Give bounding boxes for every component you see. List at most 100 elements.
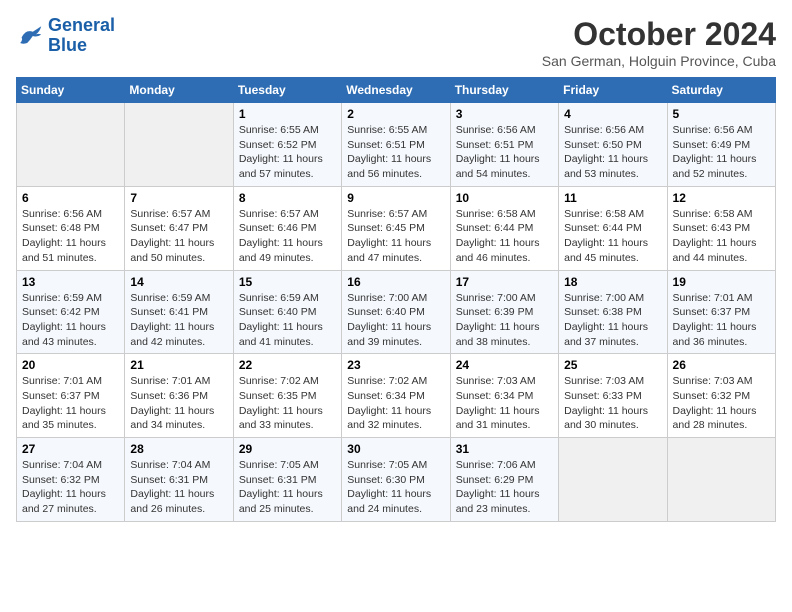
calendar-cell: 4 Sunrise: 6:56 AMSunset: 6:50 PMDaylight…: [559, 103, 667, 187]
day-number: 1: [239, 107, 336, 121]
day-number: 8: [239, 191, 336, 205]
day-info: Sunrise: 6:59 AMSunset: 6:40 PMDaylight:…: [239, 292, 323, 348]
calendar-week-3: 13 Sunrise: 6:59 AMSunset: 6:42 PMDayligh…: [17, 270, 776, 354]
calendar-cell: 12 Sunrise: 6:58 AMSunset: 6:43 PMDayligh…: [667, 186, 775, 270]
day-number: 6: [22, 191, 119, 205]
day-number: 17: [456, 275, 553, 289]
calendar-cell: 23 Sunrise: 7:02 AMSunset: 6:34 PMDayligh…: [342, 354, 450, 438]
day-number: 2: [347, 107, 444, 121]
logo: General Blue: [16, 16, 115, 56]
calendar-cell: 1Sunrise: 6:55 AMSunset: 6:52 PMDaylight…: [233, 103, 341, 187]
day-number: 28: [130, 442, 227, 456]
header-sunday: Sunday: [17, 78, 125, 103]
day-number: 23: [347, 358, 444, 372]
calendar-cell: 5 Sunrise: 6:56 AMSunset: 6:49 PMDaylight…: [667, 103, 775, 187]
calendar-cell: [17, 103, 125, 187]
day-number: 25: [564, 358, 661, 372]
day-number: 29: [239, 442, 336, 456]
month-title: October 2024: [542, 16, 776, 53]
calendar-cell: 25 Sunrise: 7:03 AMSunset: 6:33 PMDayligh…: [559, 354, 667, 438]
location-subtitle: San German, Holguin Province, Cuba: [542, 53, 776, 69]
day-info: Sunrise: 6:58 AMSunset: 6:43 PMDaylight:…: [673, 208, 757, 264]
day-info: Sunrise: 7:01 AMSunset: 6:37 PMDaylight:…: [673, 292, 757, 348]
day-number: 3: [456, 107, 553, 121]
day-info: Sunrise: 7:05 AMSunset: 6:30 PMDaylight:…: [347, 459, 431, 515]
header-friday: Friday: [559, 78, 667, 103]
day-info: Sunrise: 6:56 AMSunset: 6:50 PMDaylight:…: [564, 124, 648, 180]
calendar-cell: 9 Sunrise: 6:57 AMSunset: 6:45 PMDaylight…: [342, 186, 450, 270]
day-number: 24: [456, 358, 553, 372]
day-info: Sunrise: 6:59 AMSunset: 6:42 PMDaylight:…: [22, 292, 106, 348]
day-number: 4: [564, 107, 661, 121]
day-number: 27: [22, 442, 119, 456]
calendar-cell: 27Sunrise: 7:04 AMSunset: 6:32 PMDayligh…: [17, 438, 125, 522]
header-tuesday: Tuesday: [233, 78, 341, 103]
header-saturday: Saturday: [667, 78, 775, 103]
calendar-cell: [667, 438, 775, 522]
calendar-cell: [559, 438, 667, 522]
day-info: Sunrise: 7:06 AMSunset: 6:29 PMDaylight:…: [456, 459, 540, 515]
calendar-cell: 10 Sunrise: 6:58 AMSunset: 6:44 PMDayligh…: [450, 186, 558, 270]
calendar-cell: 26 Sunrise: 7:03 AMSunset: 6:32 PMDayligh…: [667, 354, 775, 438]
day-info: Sunrise: 7:03 AMSunset: 6:32 PMDaylight:…: [673, 375, 757, 431]
header-wednesday: Wednesday: [342, 78, 450, 103]
day-info: Sunrise: 7:01 AMSunset: 6:37 PMDaylight:…: [22, 375, 106, 431]
day-info: Sunrise: 7:03 AMSunset: 6:33 PMDaylight:…: [564, 375, 648, 431]
day-info: Sunrise: 7:00 AMSunset: 6:38 PMDaylight:…: [564, 292, 648, 348]
calendar-cell: 7Sunrise: 6:57 AMSunset: 6:47 PMDaylight…: [125, 186, 233, 270]
calendar-cell: 18Sunrise: 7:00 AMSunset: 6:38 PMDayligh…: [559, 270, 667, 354]
day-info: Sunrise: 6:57 AMSunset: 6:47 PMDaylight:…: [130, 208, 214, 264]
calendar-cell: 6 Sunrise: 6:56 AMSunset: 6:48 PMDaylight…: [17, 186, 125, 270]
calendar-cell: 30Sunrise: 7:05 AMSunset: 6:30 PMDayligh…: [342, 438, 450, 522]
logo-icon: [16, 22, 44, 50]
calendar-header-row: SundayMondayTuesdayWednesdayThursdayFrid…: [17, 78, 776, 103]
calendar-cell: 16 Sunrise: 7:00 AMSunset: 6:40 PMDayligh…: [342, 270, 450, 354]
calendar-cell: 8 Sunrise: 6:57 AMSunset: 6:46 PMDaylight…: [233, 186, 341, 270]
day-info: Sunrise: 6:58 AMSunset: 6:44 PMDaylight:…: [564, 208, 648, 264]
day-info: Sunrise: 7:00 AMSunset: 6:39 PMDaylight:…: [456, 292, 540, 348]
header-monday: Monday: [125, 78, 233, 103]
day-info: Sunrise: 6:55 AMSunset: 6:51 PMDaylight:…: [347, 124, 431, 180]
day-number: 22: [239, 358, 336, 372]
day-number: 20: [22, 358, 119, 372]
day-number: 15: [239, 275, 336, 289]
day-info: Sunrise: 6:57 AMSunset: 6:45 PMDaylight:…: [347, 208, 431, 264]
calendar-cell: 14Sunrise: 6:59 AMSunset: 6:41 PMDayligh…: [125, 270, 233, 354]
logo-text: General Blue: [48, 16, 115, 56]
day-number: 10: [456, 191, 553, 205]
day-number: 5: [673, 107, 770, 121]
day-info: Sunrise: 6:56 AMSunset: 6:48 PMDaylight:…: [22, 208, 106, 264]
day-info: Sunrise: 7:00 AMSunset: 6:40 PMDaylight:…: [347, 292, 431, 348]
calendar-cell: 2 Sunrise: 6:55 AMSunset: 6:51 PMDaylight…: [342, 103, 450, 187]
calendar-cell: 31 Sunrise: 7:06 AMSunset: 6:29 PMDayligh…: [450, 438, 558, 522]
calendar-week-1: 1Sunrise: 6:55 AMSunset: 6:52 PMDaylight…: [17, 103, 776, 187]
day-info: Sunrise: 6:58 AMSunset: 6:44 PMDaylight:…: [456, 208, 540, 264]
day-number: 16: [347, 275, 444, 289]
day-info: Sunrise: 7:04 AMSunset: 6:31 PMDaylight:…: [130, 459, 214, 515]
day-number: 19: [673, 275, 770, 289]
day-number: 12: [673, 191, 770, 205]
day-number: 26: [673, 358, 770, 372]
day-info: Sunrise: 6:56 AMSunset: 6:49 PMDaylight:…: [673, 124, 757, 180]
calendar-week-2: 6 Sunrise: 6:56 AMSunset: 6:48 PMDaylight…: [17, 186, 776, 270]
day-info: Sunrise: 7:02 AMSunset: 6:34 PMDaylight:…: [347, 375, 431, 431]
day-number: 9: [347, 191, 444, 205]
day-info: Sunrise: 7:05 AMSunset: 6:31 PMDaylight:…: [239, 459, 323, 515]
day-number: 31: [456, 442, 553, 456]
calendar-cell: 20 Sunrise: 7:01 AMSunset: 6:37 PMDayligh…: [17, 354, 125, 438]
day-info: Sunrise: 7:01 AMSunset: 6:36 PMDaylight:…: [130, 375, 214, 431]
calendar-cell: 17 Sunrise: 7:00 AMSunset: 6:39 PMDayligh…: [450, 270, 558, 354]
title-block: October 2024 San German, Holguin Provinc…: [542, 16, 776, 69]
calendar-table: SundayMondayTuesdayWednesdayThursdayFrid…: [16, 77, 776, 522]
calendar-cell: 29 Sunrise: 7:05 AMSunset: 6:31 PMDayligh…: [233, 438, 341, 522]
day-number: 13: [22, 275, 119, 289]
calendar-cell: 28 Sunrise: 7:04 AMSunset: 6:31 PMDayligh…: [125, 438, 233, 522]
calendar-week-4: 20 Sunrise: 7:01 AMSunset: 6:37 PMDayligh…: [17, 354, 776, 438]
header-thursday: Thursday: [450, 78, 558, 103]
day-number: 14: [130, 275, 227, 289]
calendar-cell: 3Sunrise: 6:56 AMSunset: 6:51 PMDaylight…: [450, 103, 558, 187]
day-info: Sunrise: 7:02 AMSunset: 6:35 PMDaylight:…: [239, 375, 323, 431]
day-info: Sunrise: 6:57 AMSunset: 6:46 PMDaylight:…: [239, 208, 323, 264]
calendar-cell: 19 Sunrise: 7:01 AMSunset: 6:37 PMDayligh…: [667, 270, 775, 354]
calendar-cell: 15 Sunrise: 6:59 AMSunset: 6:40 PMDayligh…: [233, 270, 341, 354]
